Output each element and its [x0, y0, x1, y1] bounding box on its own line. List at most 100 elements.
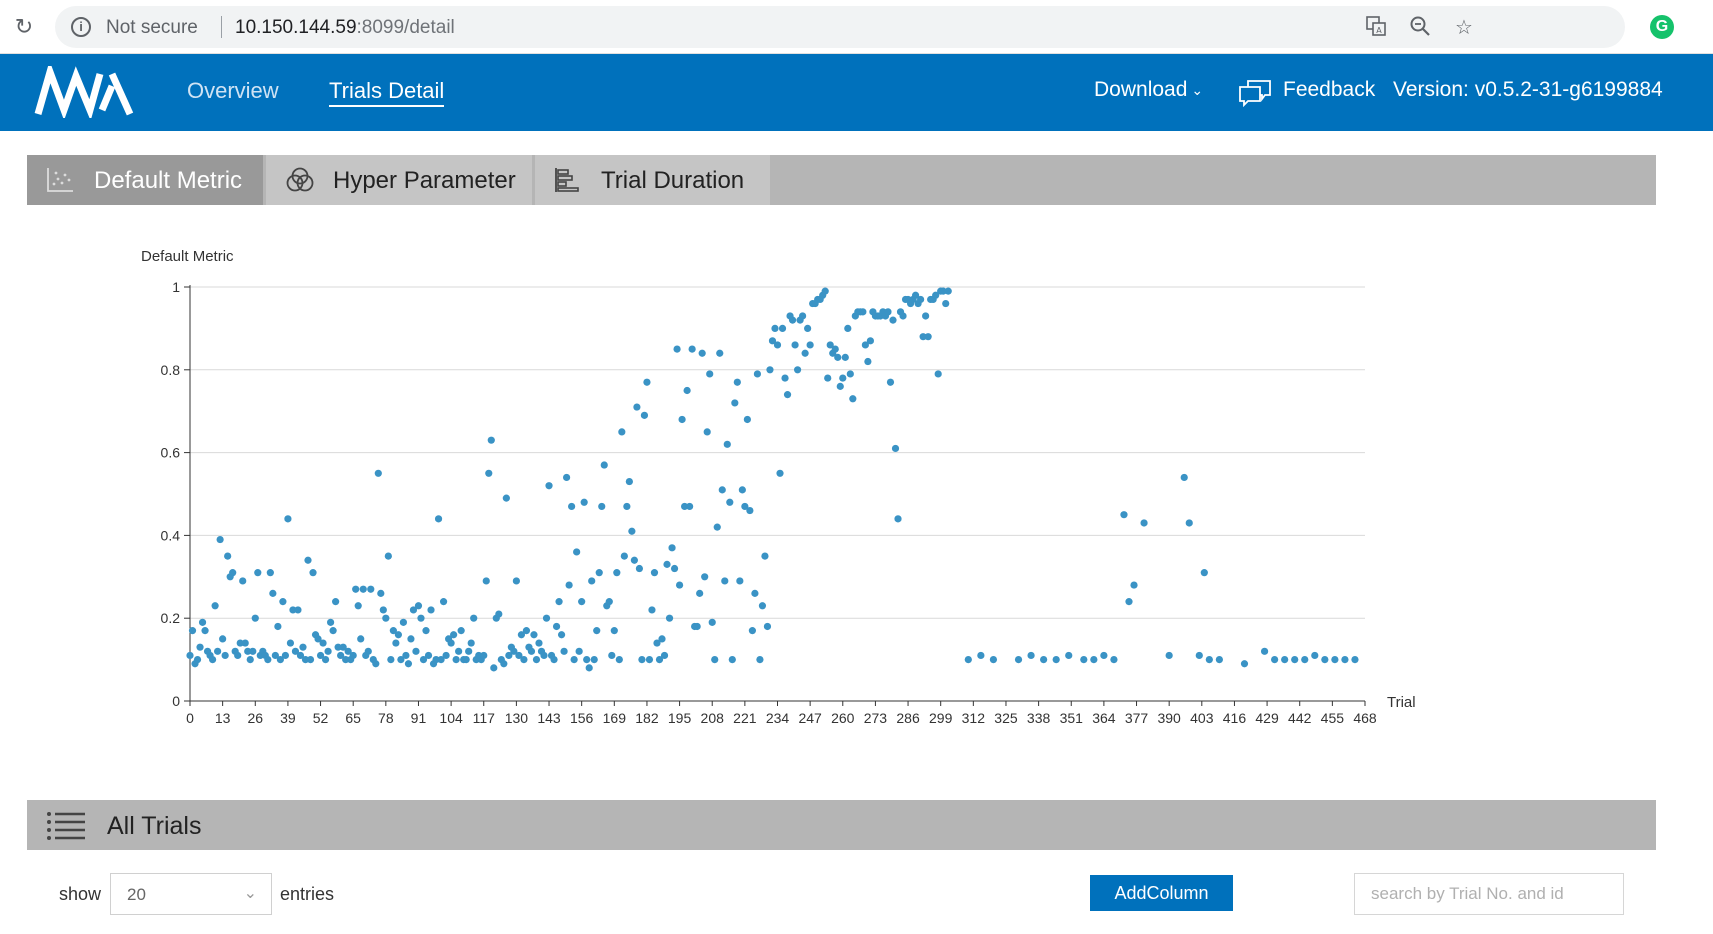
- data-point: [917, 295, 925, 304]
- x-tick-label: 156: [570, 710, 594, 726]
- data-point: [836, 382, 844, 390]
- data-point: [394, 631, 402, 639]
- data-point: [442, 651, 450, 660]
- chevron-down-icon: ⌄: [1191, 81, 1204, 98]
- zoom-icon[interactable]: [1407, 15, 1433, 41]
- data-point: [686, 502, 694, 511]
- data-point: [193, 656, 202, 664]
- data-point: [309, 569, 317, 577]
- data-point: [758, 602, 767, 610]
- data-point: [716, 349, 724, 357]
- data-point: [849, 395, 857, 403]
- data-point: [891, 444, 900, 453]
- data-point: [439, 598, 448, 606]
- data-point: [224, 552, 232, 560]
- data-point: [502, 494, 510, 502]
- info-icon[interactable]: i: [71, 17, 91, 37]
- data-point: [668, 544, 676, 552]
- data-point: [379, 606, 387, 614]
- data-point: [417, 614, 425, 622]
- url-text[interactable]: 10.150.144.59:8099/detail: [235, 17, 455, 39]
- data-point: [251, 614, 259, 622]
- nav-trials-detail[interactable]: Trials Detail: [329, 78, 445, 107]
- data-point: [374, 469, 382, 477]
- data-point: [234, 651, 242, 660]
- data-point: [783, 391, 792, 399]
- data-point: [600, 461, 608, 469]
- default-metric-chart-panel: 0 0.2 0.4 0.6 0.8 1 0 13 26 39 52 65 78 91 104 117 130 14…: [27, 205, 1656, 800]
- translate-icon[interactable]: A: [1363, 15, 1389, 41]
- data-point: [635, 564, 644, 573]
- bookmark-star-icon[interactable]: ☆: [1451, 15, 1477, 41]
- x-tick-label: 78: [378, 710, 394, 726]
- data-point: [326, 618, 335, 626]
- data-point: [625, 477, 633, 486]
- data-point: [683, 386, 691, 395]
- data-point: [801, 349, 809, 357]
- data-point: [989, 656, 998, 664]
- data-point: [208, 656, 217, 664]
- x-tick-label: 468: [1353, 710, 1377, 726]
- tab-trial-duration[interactable]: Trial Duration: [535, 155, 770, 205]
- data-point: [455, 647, 463, 655]
- tab-hyper-parameter[interactable]: Hyper Parameter: [266, 155, 532, 205]
- feedback-icon[interactable]: [1238, 79, 1272, 107]
- data-point: [241, 639, 249, 647]
- data-point: [1240, 660, 1249, 668]
- reload-icon[interactable]: ↻: [10, 13, 38, 41]
- data-point: [349, 651, 357, 660]
- x-tick-label: 52: [313, 710, 329, 726]
- add-column-button[interactable]: AddColumn: [1090, 875, 1233, 911]
- nni-logo[interactable]: [34, 66, 134, 118]
- nav-overview[interactable]: Overview: [187, 78, 279, 104]
- tab-trial-duration-label: Trial Duration: [601, 167, 745, 194]
- page-size-select[interactable]: 20 ⌄: [110, 873, 272, 915]
- bar-chart-icon: [555, 168, 579, 192]
- data-point: [678, 415, 686, 424]
- data-point: [623, 502, 631, 511]
- data-point: [1200, 569, 1208, 577]
- data-point: [221, 651, 229, 660]
- data-point: [229, 569, 237, 577]
- data-point: [799, 312, 807, 320]
- url-path: :8099/detail: [356, 17, 455, 38]
- data-point: [1260, 647, 1269, 655]
- data-point: [841, 353, 849, 361]
- data-point: [578, 598, 586, 606]
- data-point: [934, 370, 942, 378]
- data-point: [628, 527, 636, 535]
- data-point: [321, 656, 330, 664]
- data-point: [846, 370, 854, 378]
- download-menu[interactable]: Download ⌄: [1094, 78, 1203, 102]
- grammarly-extension-icon[interactable]: G: [1650, 15, 1674, 39]
- browser-toolbar: ↻ i Not secure 10.150.144.59:8099/detail…: [0, 0, 1713, 54]
- data-point: [638, 656, 646, 664]
- download-label: Download: [1094, 78, 1188, 101]
- trial-search-input[interactable]: [1354, 873, 1624, 915]
- data-point: [573, 548, 581, 556]
- x-tick-label: 65: [345, 710, 361, 726]
- svg-text:A: A: [1376, 26, 1382, 35]
- data-point: [791, 341, 799, 349]
- y-tick-label: 0.8: [161, 362, 181, 378]
- data-point: [565, 581, 573, 589]
- data-point: [286, 639, 295, 647]
- url-host: 10.150.144.59: [235, 17, 357, 38]
- data-point: [387, 656, 395, 664]
- feedback-link[interactable]: Feedback: [1283, 78, 1375, 102]
- data-point: [650, 569, 659, 577]
- address-bar[interactable]: i Not secure 10.150.144.59:8099/detail A…: [55, 6, 1625, 48]
- chart-tab-bar: Default Metric Hyper Parameter Trial Dur…: [27, 155, 1656, 205]
- data-point: [542, 614, 551, 622]
- y-tick-label: 0.6: [161, 445, 181, 461]
- data-point: [728, 656, 736, 664]
- default-metric-scatter-chart[interactable]: 0 0.2 0.4 0.6 0.8 1 0 13 26 39 52 65 78 91 104 117 130 14…: [27, 205, 1656, 800]
- x-axis-label: Trial: [1387, 694, 1416, 711]
- data-point: [633, 403, 641, 411]
- x-tick-label: 234: [766, 710, 790, 726]
- data-point: [615, 656, 623, 664]
- tab-default-metric[interactable]: Default Metric: [27, 155, 263, 205]
- data-point: [1331, 656, 1339, 664]
- data-point: [753, 370, 762, 378]
- data-point: [899, 312, 907, 320]
